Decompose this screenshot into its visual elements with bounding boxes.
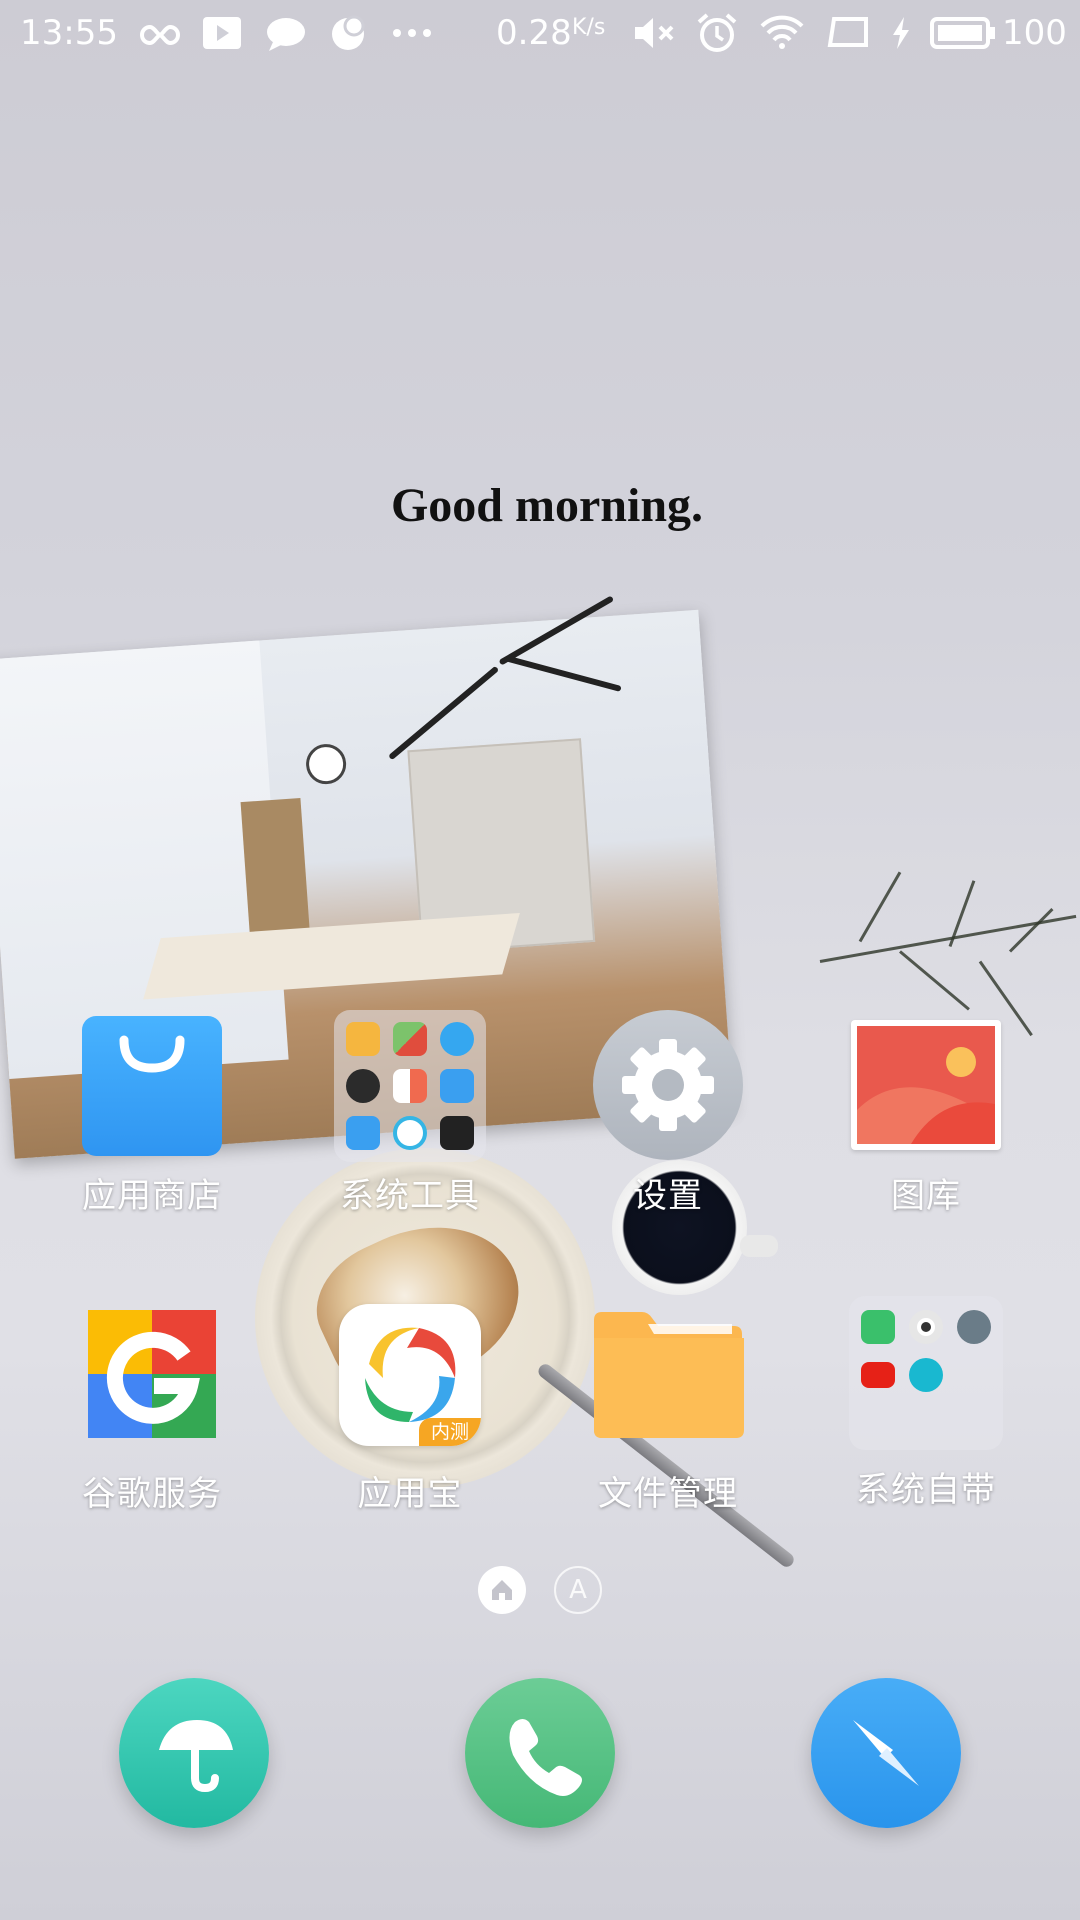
app-notification-icon bbox=[328, 14, 368, 60]
folder-system-apps[interactable]: 系统自带 bbox=[816, 1296, 1036, 1512]
app-label: 系统自带 bbox=[856, 1470, 996, 1510]
page-indicator-a-label: A bbox=[569, 1575, 587, 1605]
home-icon bbox=[492, 1580, 512, 1600]
google-settings-mini-icon bbox=[957, 1310, 991, 1344]
network-speed: 0.28 bbox=[496, 13, 572, 53]
youtube-mini-icon bbox=[861, 1362, 895, 1388]
compass-icon bbox=[853, 1720, 919, 1786]
status-time: 13:55 bbox=[20, 13, 118, 53]
alarm-icon bbox=[695, 12, 739, 62]
app-label: 图库 bbox=[891, 1176, 961, 1216]
charging-icon bbox=[890, 16, 912, 58]
cast-icon bbox=[826, 16, 870, 58]
mute-icon bbox=[632, 14, 676, 60]
messages-mini-icon bbox=[861, 1310, 895, 1344]
more-notifications-icon bbox=[390, 14, 434, 60]
google-icon bbox=[88, 1310, 216, 1438]
system-tools-folder-icon bbox=[334, 1010, 486, 1162]
app-label: 文件管理 bbox=[598, 1474, 738, 1514]
app-label: 系统工具 bbox=[340, 1176, 480, 1216]
app-label: 应用宝 bbox=[357, 1474, 463, 1514]
app-gallery[interactable]: 图库 bbox=[816, 1020, 1036, 1220]
dock-weather-button[interactable] bbox=[119, 1678, 269, 1828]
page-indicator-a[interactable]: A bbox=[554, 1566, 602, 1614]
network-speed-unit: K/s bbox=[572, 15, 606, 40]
recorder-mini-icon bbox=[346, 1069, 380, 1103]
maps-mini-icon bbox=[393, 1022, 427, 1056]
beta-badge: 内测 bbox=[419, 1418, 481, 1446]
app-settings[interactable]: 设置 bbox=[558, 1010, 778, 1220]
app-label: 设置 bbox=[633, 1176, 703, 1216]
app-label: 谷歌服务 bbox=[82, 1474, 222, 1514]
chat-bubble-icon bbox=[265, 16, 307, 60]
sync-mini-icon bbox=[393, 1116, 427, 1150]
camera-mini-icon bbox=[909, 1310, 943, 1344]
dock-browser-button[interactable] bbox=[811, 1678, 961, 1828]
infinity-icon bbox=[130, 20, 181, 58]
app-app-store[interactable]: 应用商店 bbox=[42, 1016, 262, 1216]
calculator-mini-icon bbox=[393, 1069, 427, 1103]
greeting-widget[interactable]: Good morning. bbox=[0, 478, 1080, 533]
app-store-icon bbox=[82, 1016, 222, 1156]
umbrella-icon bbox=[159, 1720, 233, 1793]
app-label: 应用商店 bbox=[82, 1176, 222, 1216]
app-yingyongbao[interactable]: 内测 应用宝 bbox=[300, 1304, 520, 1514]
email-mini-icon bbox=[440, 1069, 474, 1103]
phone-icon bbox=[509, 1719, 582, 1796]
settings-gear-icon bbox=[593, 1010, 743, 1160]
wifi-icon bbox=[758, 14, 806, 60]
ruler-mini-icon bbox=[440, 1116, 474, 1150]
folder-system-tools[interactable]: 系统工具 bbox=[300, 1010, 520, 1220]
wallpaper bbox=[0, 0, 1080, 1920]
page-indicator-home[interactable] bbox=[478, 1566, 526, 1614]
battery-icon bbox=[930, 16, 996, 58]
yingyongbao-icon: 内测 bbox=[339, 1304, 481, 1446]
dock-phone-button[interactable] bbox=[465, 1678, 615, 1828]
battery-percent: 100 bbox=[1002, 13, 1067, 53]
gallery-icon bbox=[851, 1020, 1001, 1150]
weather-mini-icon bbox=[440, 1022, 474, 1056]
video-play-icon bbox=[202, 16, 242, 58]
status-bar: 13:55 0.28 K/s 100 bbox=[0, 0, 1080, 66]
help-mini-icon bbox=[909, 1358, 943, 1392]
notes-mini-icon bbox=[346, 1022, 380, 1056]
message-mini-icon bbox=[346, 1116, 380, 1150]
app-file-manager[interactable]: 文件管理 bbox=[558, 1310, 778, 1514]
file-manager-folder-icon bbox=[592, 1310, 744, 1440]
app-google-services[interactable]: 谷歌服务 bbox=[42, 1310, 262, 1514]
system-apps-folder-icon bbox=[849, 1296, 1003, 1450]
